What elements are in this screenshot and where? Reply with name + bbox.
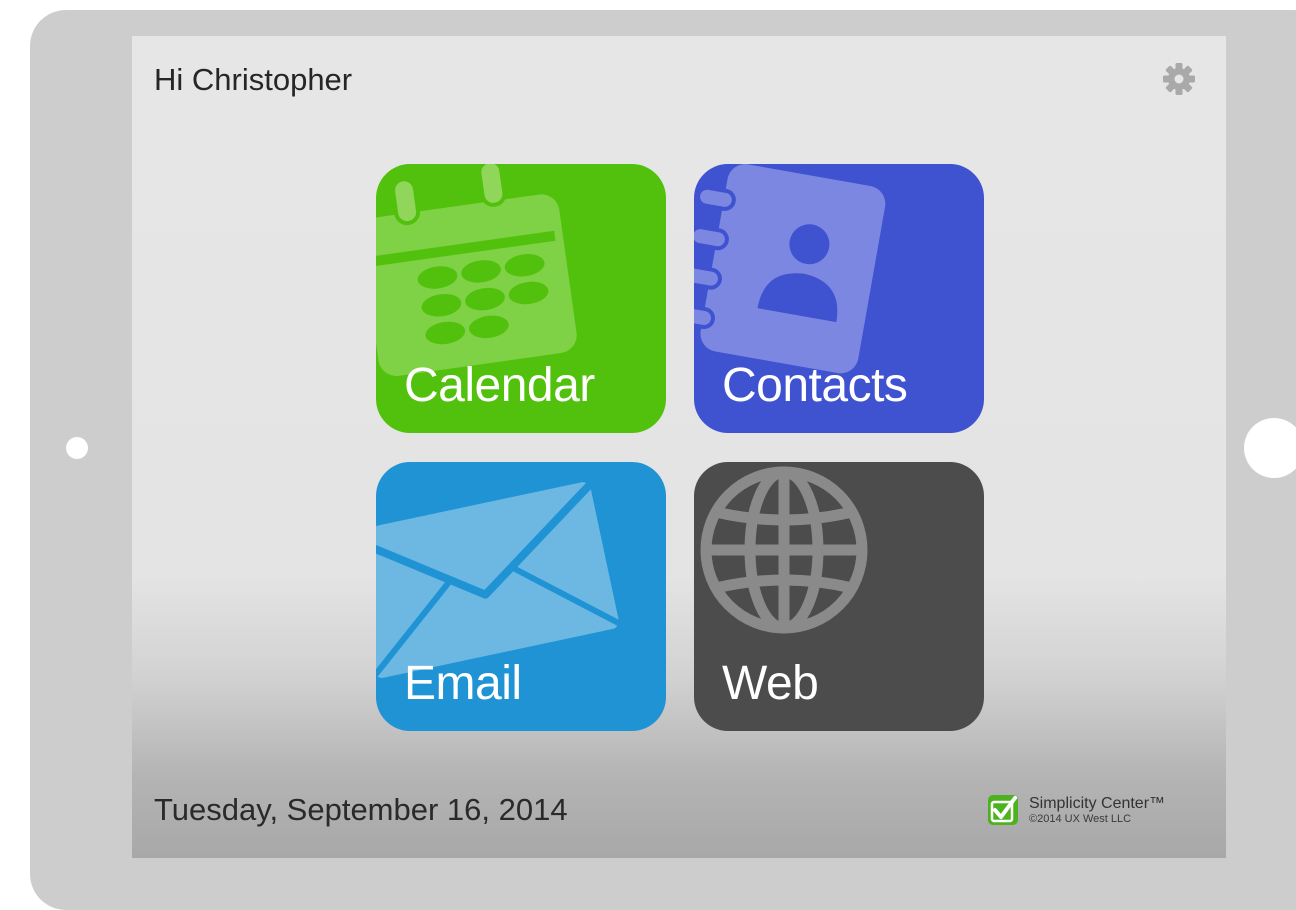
contacts-tile[interactable]: Contacts [694, 164, 984, 433]
brand-copyright: ©2014 UX West LLC [1029, 812, 1132, 825]
home-screen: Hi Christopher Calendar Contacts Email W… [132, 36, 1226, 858]
brand-block: Simplicity Center™ ©2014 UX West LLC [987, 788, 1165, 832]
web-label: Web [722, 657, 819, 710]
contacts-label: Contacts [722, 359, 908, 412]
calendar-label: Calendar [404, 359, 595, 412]
calendar-tile[interactable]: Calendar [376, 164, 666, 433]
settings-button[interactable] [1160, 60, 1198, 98]
gear-icon [1163, 63, 1195, 95]
email-tile[interactable]: Email [376, 462, 666, 731]
front-camera-dot [66, 437, 88, 459]
checkmark-logo-icon [988, 795, 1018, 825]
greeting-text: Hi Christopher [154, 62, 353, 97]
home-button[interactable] [1244, 418, 1296, 478]
brand-name: Simplicity Center™ [1029, 795, 1166, 813]
web-tile[interactable]: Web [694, 462, 984, 731]
email-label: Email [404, 657, 522, 710]
current-date: Tuesday, September 16, 2014 [154, 792, 568, 827]
